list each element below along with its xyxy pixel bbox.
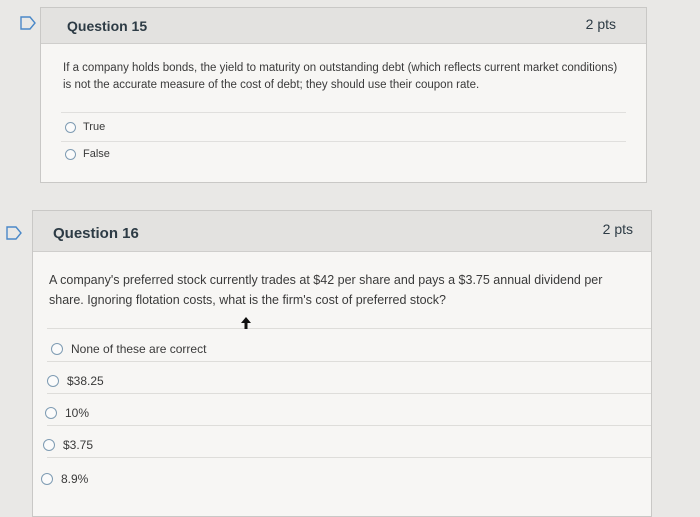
answer-label: $38.25	[67, 374, 104, 388]
divider	[47, 328, 651, 329]
question-15-card: Question 15 2 pts If a company holds bon…	[40, 7, 647, 183]
divider	[61, 141, 626, 142]
radio-button[interactable]	[41, 473, 53, 485]
divider	[61, 112, 626, 113]
points-label: 2 pts	[602, 221, 633, 237]
question-title: Question 16	[53, 225, 139, 242]
answer-option-none-correct[interactable]: None of these are correct	[51, 342, 206, 356]
question-text: A company's preferred stock currently tr…	[49, 273, 603, 307]
divider	[47, 393, 651, 394]
flag-question-16-icon[interactable]	[6, 226, 22, 240]
question-16-card: Question 16 2 pts A company's preferred …	[32, 210, 652, 517]
answer-option-3-75[interactable]: $3.75	[43, 438, 93, 452]
radio-button[interactable]	[47, 375, 59, 387]
answer-option-8-9-percent[interactable]: 8.9%	[41, 472, 88, 486]
answer-option-true[interactable]: True	[65, 121, 105, 133]
answer-label: True	[83, 121, 106, 133]
answer-option-38-25[interactable]: $38.25	[47, 374, 104, 388]
divider	[47, 361, 651, 362]
answer-label: $3.75	[63, 438, 94, 452]
answer-option-10-percent[interactable]: 10%	[45, 406, 89, 420]
radio-button[interactable]	[65, 121, 76, 133]
points-label: 2 pts	[585, 16, 616, 32]
radio-button[interactable]	[45, 407, 57, 419]
radio-button[interactable]	[43, 439, 55, 451]
answer-label: 10%	[65, 406, 90, 420]
question-text: If a company holds bonds, the yield to m…	[63, 62, 618, 91]
divider	[47, 425, 651, 426]
answer-label: 8.9%	[61, 472, 89, 486]
answer-option-false[interactable]: False	[65, 148, 110, 160]
mouse-pointer-icon	[241, 316, 251, 329]
radio-button[interactable]	[51, 343, 63, 355]
question-16-header: Question 16 2 pts	[33, 211, 651, 252]
question-15-header: Question 15 2 pts	[41, 8, 646, 44]
question-title: Question 15	[67, 18, 148, 34]
answer-label: None of these are correct	[71, 342, 207, 356]
answer-label: False	[83, 148, 110, 160]
radio-button[interactable]	[65, 148, 76, 160]
divider	[47, 457, 651, 458]
flag-question-15-icon[interactable]	[20, 16, 36, 30]
